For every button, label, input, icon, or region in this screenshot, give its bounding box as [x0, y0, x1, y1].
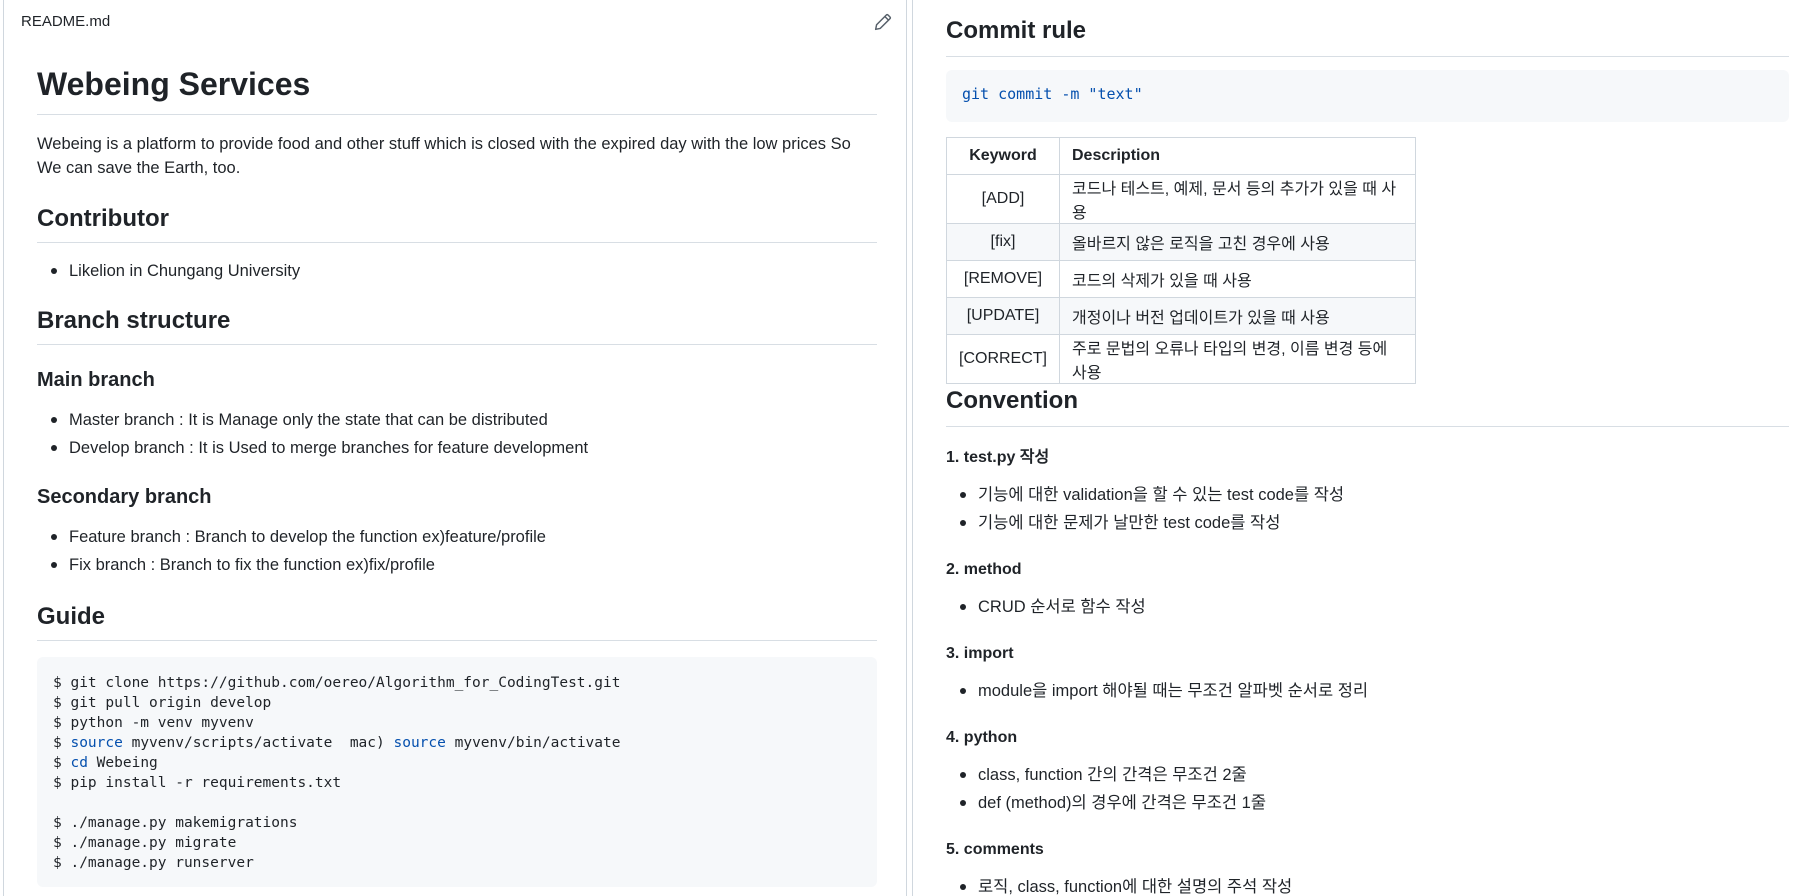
section-title: 3. import [946, 645, 1014, 662]
table-row: [ADD] 코드나 테스트, 예제, 문서 등의 추가가 있을 때 사용 [946, 174, 1416, 224]
code-line: $ python -m venv myvenv [53, 715, 254, 731]
list-item: Fix branch : Branch to fix the function … [37, 551, 546, 579]
commit-code-block[interactable]: git commit -m "text" [946, 70, 1789, 122]
commit-keyword-table: Keyword Description [ADD] 코드나 테스트, 예제, 문… [946, 137, 1416, 384]
table-cell: 올바르지 않은 로직을 고친 경우에 사용 [1059, 223, 1416, 261]
section-list: 로직, class, function에 대한 설명의 주석 작성 [946, 873, 1292, 896]
section-list: 기능에 대한 validation을 할 수 있는 test code를 작성 … [946, 481, 1344, 537]
convention-heading: Convention [946, 386, 1789, 427]
list-item: Master branch : It is Manage only the st… [37, 406, 588, 434]
code-line: $ ./manage.py migrate [53, 835, 237, 851]
code-line: $ cd Webeing [53, 755, 158, 771]
pencil-icon[interactable] [872, 11, 894, 33]
table-header: Keyword [946, 137, 1060, 175]
list-item: Develop branch : It is Used to merge bra… [37, 434, 588, 462]
section-title: 5. comments [946, 841, 1044, 858]
section-title: 4. python [946, 729, 1018, 746]
secondary-branch-list: Feature branch : Branch to develop the f… [37, 523, 546, 579]
code-line: $ ./manage.py runserver [53, 855, 254, 871]
guide-code-block[interactable]: $ git clone https://github.com/oereo/Alg… [37, 657, 877, 887]
section-list: CRUD 순서로 함수 작성 [946, 593, 1146, 621]
code-line: $ source myvenv/scripts/activate mac) so… [53, 735, 621, 751]
list-item: Likelion in Chungang University [37, 257, 300, 285]
list-item: def (method)의 경우에 간격은 무조건 1줄 [946, 789, 1266, 817]
code-line: $ ./manage.py makemigrations [53, 815, 298, 831]
table-cell: [CORRECT] [946, 334, 1060, 384]
section-list: class, function 간의 간격은 무조건 2줄 def (metho… [946, 761, 1266, 817]
table-row: [CORRECT] 주로 문법의 오류나 타입의 변경, 이름 변경 등에 사용 [946, 334, 1416, 384]
list-item: class, function 간의 간격은 무조건 2줄 [946, 761, 1266, 789]
file-name: README.md [21, 13, 111, 30]
list-item: module을 import 해야될 때는 무조건 알파벳 순서로 정리 [946, 677, 1368, 705]
readme-panel: README.md Webeing Services Webeing is a … [3, 0, 907, 896]
main-branch-list: Master branch : It is Manage only the st… [37, 406, 588, 462]
intro-text: Webeing is a platform to provide food an… [37, 135, 851, 177]
table-row: [UPDATE] 개정이나 버전 업데이트가 있을 때 사용 [946, 297, 1416, 335]
table-row: [REMOVE] 코드의 삭제가 있을 때 사용 [946, 260, 1416, 298]
page-title: Webeing Services [37, 64, 877, 115]
table-row: [fix] 올바르지 않은 로직을 고친 경우에 사용 [946, 223, 1416, 261]
code-line: $ pip install -r requirements.txt [53, 775, 342, 791]
contributor-list: Likelion in Chungang University [37, 257, 300, 285]
table-header-row: Keyword Description [946, 137, 1416, 175]
table-header: Description [1059, 137, 1416, 175]
commit-rule-heading: Commit rule [946, 16, 1789, 57]
table-cell: [REMOVE] [946, 260, 1060, 298]
section-title: 2. method [946, 561, 1022, 578]
code-line: $ git pull origin develop [53, 695, 272, 711]
table-cell: [fix] [946, 223, 1060, 261]
secondary-branch-heading: Secondary branch [37, 486, 212, 508]
list-item: CRUD 순서로 함수 작성 [946, 593, 1146, 621]
list-item: 로직, class, function에 대한 설명의 주석 작성 [946, 873, 1292, 896]
convention-panel: Commit rule git commit -m "text" Keyword… [912, 0, 1810, 896]
table-cell: 코드의 삭제가 있을 때 사용 [1059, 260, 1416, 298]
table-cell: 코드나 테스트, 예제, 문서 등의 추가가 있을 때 사용 [1059, 174, 1416, 224]
section-list: module을 import 해야될 때는 무조건 알파벳 순서로 정리 [946, 677, 1368, 705]
main-branch-heading: Main branch [37, 369, 155, 391]
list-item: 기능에 대한 문제가 날만한 test code를 작성 [946, 509, 1344, 537]
list-item: Feature branch : Branch to develop the f… [37, 523, 546, 551]
contributor-heading: Contributor [37, 204, 877, 243]
list-item: 기능에 대한 validation을 할 수 있는 test code를 작성 [946, 481, 1344, 509]
section-title: 1. test.py 작성 [946, 449, 1050, 466]
code-line: $ git clone https://github.com/oereo/Alg… [53, 675, 621, 691]
table-cell: 개정이나 버전 업데이트가 있을 때 사용 [1059, 297, 1416, 335]
table-cell: 주로 문법의 오류나 타입의 변경, 이름 변경 등에 사용 [1059, 334, 1416, 384]
table-cell: [UPDATE] [946, 297, 1060, 335]
table-cell: [ADD] [946, 174, 1060, 224]
guide-heading: Guide [37, 602, 877, 641]
branch-heading: Branch structure [37, 306, 877, 345]
